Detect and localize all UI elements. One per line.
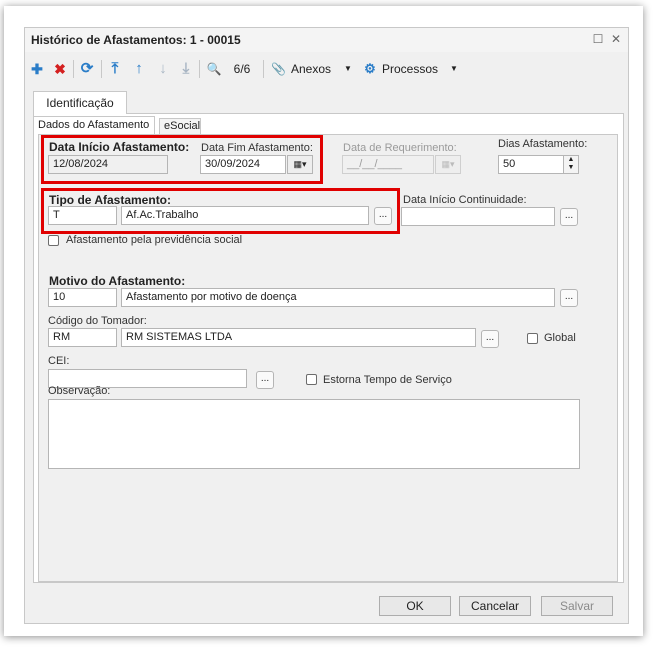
search-icon[interactable]: 🔍 — [205, 59, 223, 79]
tab-esocial-label: eSocial — [164, 120, 201, 132]
observacao-textarea[interactable] — [48, 399, 580, 469]
data-continuidade-field[interactable] — [401, 207, 555, 226]
previous-record-icon[interactable]: ↑ — [131, 59, 147, 79]
window-title: Histórico de Afastamentos: 1 - 00015 — [31, 33, 241, 47]
toolbar-separator — [73, 60, 74, 78]
spin-down-icon[interactable]: ▼ — [564, 164, 578, 172]
global-checkbox[interactable] — [527, 333, 538, 344]
dias-afastamento-label: Dias Afastamento: — [498, 138, 588, 150]
tab-dados-afastamento[interactable]: Dados do Afastamento — [33, 116, 155, 135]
highlight-box — [41, 135, 323, 184]
toolbar: ✚ ✖ ⟳ ⤒ ↑ ↓ ⤓ 🔍 6/6 📎 Anexos ▼ ⚙ Process… — [25, 56, 628, 82]
data-continuidade-label: Data Início Continuidade: — [403, 194, 527, 206]
tab-identificacao-label: Identificação — [46, 96, 114, 110]
calendar-icon[interactable]: ▦▾ — [435, 155, 461, 174]
spin-up-icon[interactable]: ▲ — [564, 156, 578, 164]
add-icon[interactable]: ✚ — [29, 59, 45, 79]
cei-label: CEI: — [48, 355, 70, 367]
first-record-icon[interactable]: ⤒ — [107, 59, 123, 79]
motivo-lookup-button[interactable]: ... — [560, 289, 578, 307]
tomador-code-field[interactable]: RM — [48, 328, 117, 347]
highlight-box — [41, 188, 400, 234]
title-bar: Histórico de Afastamentos: 1 - 00015 ☐ ✕ — [25, 28, 628, 52]
last-record-icon[interactable]: ⤓ — [178, 59, 194, 79]
ok-button[interactable]: OK — [379, 596, 451, 616]
cei-lookup-button[interactable]: ... — [256, 371, 274, 389]
data-requerimento-field[interactable]: __/__/____ — [342, 155, 434, 174]
motivo-code-field[interactable]: 10 — [48, 288, 117, 307]
record-position: 6/6 — [233, 62, 251, 76]
estorna-checkbox[interactable] — [306, 374, 317, 385]
previdencia-checkbox[interactable] — [48, 235, 59, 246]
estorna-label: Estorna Tempo de Serviço — [323, 374, 452, 386]
salvar-button[interactable]: Salvar — [541, 596, 613, 616]
tomador-lookup-button[interactable]: ... — [481, 330, 499, 348]
stepper-arrows-icon[interactable]: ▲ ▼ — [563, 155, 579, 174]
previdencia-label: Afastamento pela previdência social — [66, 234, 243, 246]
processos-menu[interactable]: Processos — [382, 59, 444, 79]
tab-dados-afastamento-label: Dados do Afastamento — [38, 119, 150, 131]
motivo-label: Motivo do Afastamento: — [49, 274, 186, 288]
data-requerimento-label: Data de Requerimento: — [343, 142, 457, 154]
tomador-label: Código do Tomador: — [48, 315, 147, 327]
tab-identificacao[interactable]: Identificação — [33, 91, 127, 114]
chevron-down-icon[interactable]: ▼ — [449, 59, 459, 79]
toolbar-separator — [199, 60, 200, 78]
tab-esocial[interactable]: eSocial — [159, 118, 201, 135]
cancelar-button[interactable]: Cancelar — [459, 596, 531, 616]
next-record-icon[interactable]: ↓ — [155, 59, 171, 79]
gear-icon[interactable]: ⚙ — [363, 59, 377, 79]
refresh-icon[interactable]: ⟳ — [79, 59, 95, 79]
anexos-menu[interactable]: Anexos — [291, 59, 337, 79]
tomador-desc-field[interactable]: RM SISTEMAS LTDA — [121, 328, 476, 347]
continuidade-lookup-button[interactable]: ... — [560, 208, 578, 226]
delete-icon[interactable]: ✖ — [52, 59, 68, 79]
paperclip-icon[interactable]: 📎 — [271, 59, 286, 79]
close-icon[interactable]: ✕ — [609, 32, 623, 46]
motivo-desc-field[interactable]: Afastamento por motivo de doença — [121, 288, 555, 307]
dias-afastamento-field[interactable]: 50 — [498, 155, 564, 174]
maximize-icon[interactable]: ☐ — [591, 32, 605, 46]
global-label: Global — [544, 332, 576, 344]
dialog-window: Histórico de Afastamentos: 1 - 00015 ☐ ✕… — [24, 27, 629, 624]
chevron-down-icon[interactable]: ▼ — [343, 59, 353, 79]
observacao-label: Observação: — [48, 385, 111, 397]
toolbar-separator — [263, 60, 264, 78]
toolbar-separator — [101, 60, 102, 78]
